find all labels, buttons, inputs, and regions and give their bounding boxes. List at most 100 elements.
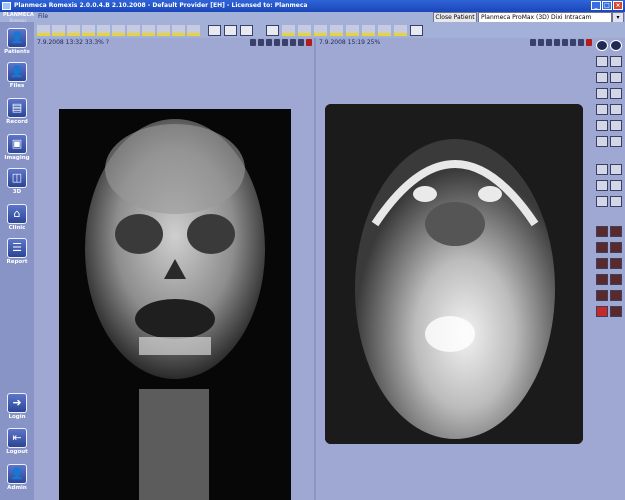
- nav-logout[interactable]: ⇤ Logout: [2, 428, 32, 455]
- device-tool-icon[interactable]: [330, 25, 343, 36]
- device-tool-icon[interactable]: [314, 25, 327, 36]
- angle-icon[interactable]: [596, 180, 608, 191]
- nav-label: 3D: [12, 189, 22, 195]
- line-icon[interactable]: [610, 180, 622, 191]
- annotation-icon[interactable]: [610, 226, 622, 237]
- device-tool-icon[interactable]: [378, 25, 391, 36]
- device-tool-icon[interactable]: [282, 25, 295, 36]
- invert-icon[interactable]: [610, 88, 622, 99]
- nav-record[interactable]: ▤ Record: [2, 98, 32, 125]
- submentovertex-skull-xray[interactable]: [325, 104, 583, 444]
- nav-patients[interactable]: 👤 Patients: [2, 28, 32, 55]
- levels-icon[interactable]: [610, 120, 622, 131]
- viewer-tool-icon[interactable]: [562, 39, 568, 46]
- viewer-tool-icon[interactable]: [290, 39, 296, 46]
- nav-label: Imaging: [4, 155, 30, 161]
- filter-icon[interactable]: [596, 104, 608, 115]
- nav-report[interactable]: ☰ Report: [2, 238, 32, 265]
- layout-single-icon[interactable]: [208, 25, 221, 36]
- tooth-tool-icon[interactable]: [142, 25, 155, 36]
- annotation-icon[interactable]: [596, 274, 608, 285]
- viewer-tool-icon[interactable]: [258, 39, 264, 46]
- menu-file[interactable]: File: [38, 12, 48, 22]
- annotation-icon[interactable]: [596, 258, 608, 269]
- viewer-tool-icon[interactable]: [266, 39, 272, 46]
- annotation-icon[interactable]: [610, 274, 622, 285]
- close-viewer-icon[interactable]: [586, 39, 592, 46]
- tooth-tool-icon[interactable]: [157, 25, 170, 36]
- viewer-tool-icon[interactable]: [538, 39, 544, 46]
- viewer-tool-icon[interactable]: [282, 39, 288, 46]
- nav-files[interactable]: 👤 Files: [2, 62, 32, 89]
- tool-icon[interactable]: [596, 136, 608, 147]
- zoom-in-icon[interactable]: [596, 40, 608, 51]
- viewer-tool-icon[interactable]: [530, 39, 536, 46]
- tooth-tool-icon[interactable]: [82, 25, 95, 36]
- logout-icon: ⇤: [7, 428, 27, 448]
- draw-icon[interactable]: [610, 196, 622, 207]
- device-tool-icon[interactable]: [298, 25, 311, 36]
- capture-icon[interactable]: [266, 25, 279, 36]
- tooth-tool-icon[interactable]: [97, 25, 110, 36]
- device-tool-icon[interactable]: [394, 25, 407, 36]
- sharpen-icon[interactable]: [596, 120, 608, 131]
- nav-label: Logout: [6, 449, 28, 455]
- close-window-button[interactable]: ×: [613, 1, 623, 10]
- close-viewer-icon[interactable]: [306, 39, 312, 46]
- nav-admin[interactable]: 👤 Admin: [2, 464, 32, 491]
- nav-clinic[interactable]: ⌂ Clinic: [2, 204, 32, 231]
- pan-hand-icon[interactable]: [610, 104, 622, 115]
- tooth-tool-icon[interactable]: [127, 25, 140, 36]
- viewer-tool-icon[interactable]: [274, 39, 280, 46]
- minimize-button[interactable]: _: [591, 1, 601, 10]
- layout-split-icon[interactable]: [224, 25, 237, 36]
- tooth-tool-icon[interactable]: [187, 25, 200, 36]
- area-icon[interactable]: [596, 196, 608, 207]
- nav-imaging[interactable]: ▣ Imaging: [2, 134, 32, 161]
- measure-icon[interactable]: [610, 164, 622, 175]
- layout-grid-icon[interactable]: [240, 25, 253, 36]
- frontal-skull-xray[interactable]: [59, 109, 291, 500]
- annotation-icon[interactable]: [610, 258, 622, 269]
- admin-icon: 👤: [7, 464, 27, 484]
- viewer-header: 7.9.2008 13:32 33.3% ?: [34, 38, 314, 48]
- nav-login[interactable]: ➜ Login: [2, 393, 32, 420]
- nav-label: Report: [6, 259, 28, 265]
- annotation-icon[interactable]: [610, 306, 622, 317]
- export-icon[interactable]: [410, 25, 423, 36]
- zoom-out-icon[interactable]: [610, 40, 622, 51]
- annotation-icon[interactable]: [610, 242, 622, 253]
- nav-label: Files: [9, 83, 25, 89]
- device-tool-icon[interactable]: [362, 25, 375, 36]
- viewer-tool-icon[interactable]: [250, 39, 256, 46]
- annotation-icon[interactable]: [596, 290, 608, 301]
- nav-3d[interactable]: ◫ 3D: [2, 168, 32, 195]
- annotation-icon[interactable]: [596, 226, 608, 237]
- viewer-tool-icon[interactable]: [578, 39, 584, 46]
- annotation-icon[interactable]: [596, 242, 608, 253]
- viewer-tool-icon[interactable]: [546, 39, 552, 46]
- viewer-tool-icon[interactable]: [570, 39, 576, 46]
- color-picker-icon[interactable]: [596, 306, 608, 317]
- maximize-button[interactable]: □: [602, 1, 612, 10]
- viewer-tool-icon[interactable]: [554, 39, 560, 46]
- rotate-icon[interactable]: [596, 88, 608, 99]
- calibrate-icon[interactable]: [596, 164, 608, 175]
- brightness-icon[interactable]: [596, 56, 608, 67]
- nav-label: Record: [6, 119, 28, 125]
- tooth-tool-icon[interactable]: [52, 25, 65, 36]
- tooth-tool-icon[interactable]: [67, 25, 80, 36]
- brand-line2: Romexis: [9, 18, 27, 23]
- mirror-icon[interactable]: [610, 72, 622, 83]
- tooth-tool-icon[interactable]: [172, 25, 185, 36]
- device-tool-icon[interactable]: [346, 25, 359, 36]
- crop-icon[interactable]: [596, 72, 608, 83]
- viewer-header: 7.9.2008 15:19 25%: [316, 38, 594, 48]
- contrast-icon[interactable]: [610, 56, 622, 67]
- record-icon: ▤: [7, 98, 27, 118]
- tooth-tool-icon[interactable]: [37, 25, 50, 36]
- tool-icon[interactable]: [610, 136, 622, 147]
- annotation-icon[interactable]: [610, 290, 622, 301]
- viewer-tool-icon[interactable]: [298, 39, 304, 46]
- tooth-tool-icon[interactable]: [112, 25, 125, 36]
